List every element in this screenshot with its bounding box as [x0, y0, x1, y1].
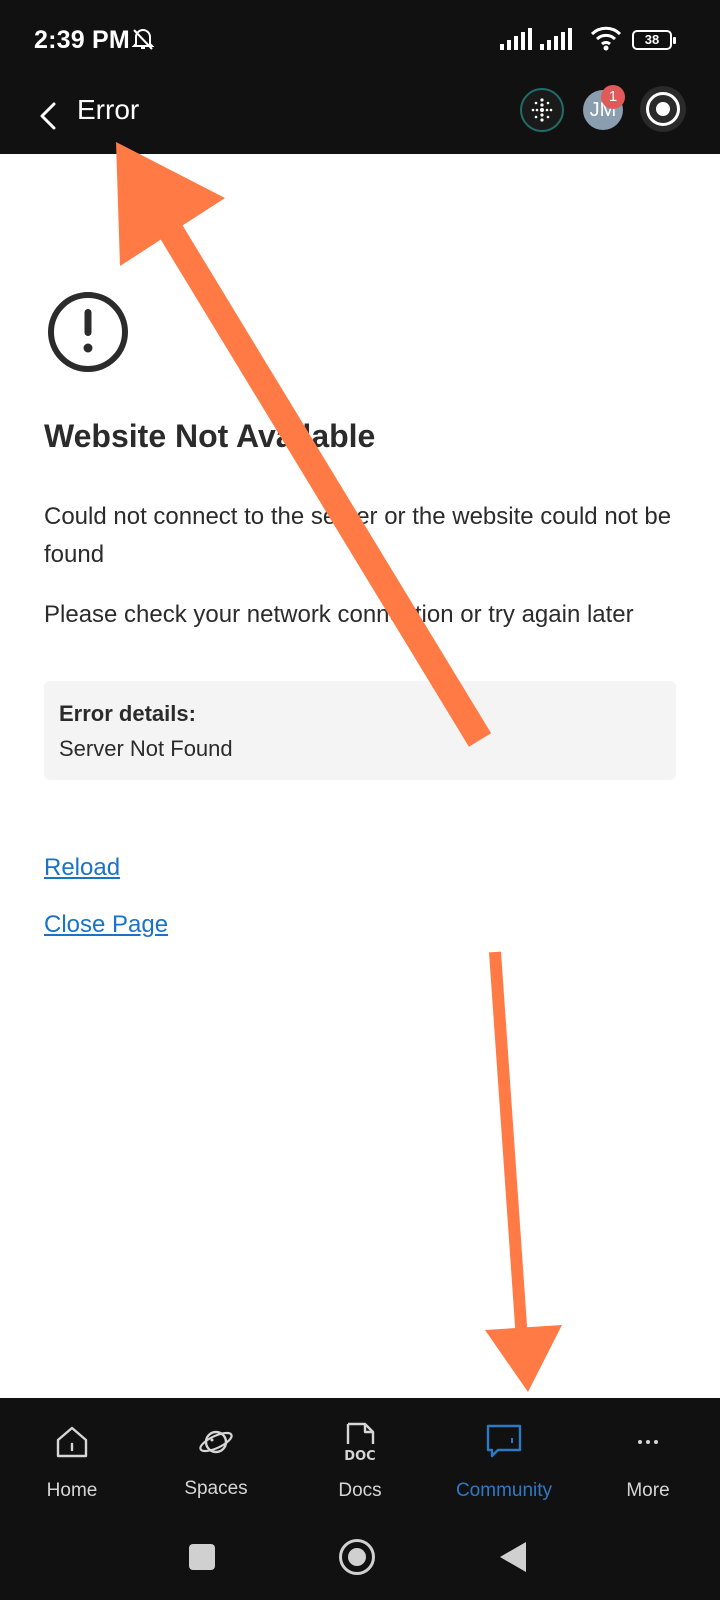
bottom-navigation: Home Spaces DOC Docs Community More	[0, 1398, 720, 1516]
reload-link[interactable]: Reload	[44, 854, 120, 882]
back-button[interactable]	[500, 1542, 526, 1572]
system-navigation-bar	[0, 1516, 720, 1600]
nav-item-more[interactable]: More	[576, 1398, 720, 1516]
nav-label-spaces: Spaces	[184, 1478, 248, 1499]
nav-item-docs[interactable]: DOC Docs	[288, 1398, 432, 1516]
nav-label-home: Home	[46, 1480, 98, 1501]
error-details-label: Error details:	[59, 701, 196, 726]
chat-icon	[484, 1422, 524, 1462]
muted-bell-icon	[130, 26, 156, 57]
nav-item-spaces[interactable]: Spaces	[144, 1398, 288, 1516]
svg-text:DOC: DOC	[344, 1449, 375, 1464]
notification-badge: 1	[601, 85, 625, 109]
more-icon	[628, 1422, 668, 1462]
error-page: Website Not Available Could not connect …	[0, 154, 720, 1398]
battery-icon: 38	[632, 30, 676, 50]
nav-item-community[interactable]: Community	[432, 1398, 576, 1516]
wifi-icon	[590, 24, 622, 57]
assistant-icon[interactable]	[520, 88, 564, 132]
error-heading: Website Not Available	[44, 418, 376, 454]
signal-icon	[500, 28, 532, 55]
nav-label-community: Community	[455, 1480, 553, 1501]
top-app-bar: Error JM 1	[0, 80, 720, 154]
nav-item-home[interactable]: Home	[0, 1398, 144, 1516]
status-time: 2:39 PM	[34, 26, 130, 54]
back-arrow-icon[interactable]	[36, 96, 66, 136]
status-bar: 2:39 PM 38	[0, 0, 720, 80]
exclamation-circle-icon	[46, 290, 130, 374]
home-icon	[52, 1422, 92, 1462]
error-hint: Please check your network connection or …	[44, 601, 634, 628]
nav-label-docs: Docs	[338, 1480, 382, 1501]
home-button[interactable]	[339, 1539, 375, 1575]
nav-label-more: More	[626, 1480, 670, 1501]
error-details-box: Error details: Server Not Found	[44, 681, 676, 780]
error-details-value: Server Not Found	[59, 736, 233, 761]
recents-button[interactable]	[189, 1544, 215, 1570]
page-title: Error	[77, 94, 140, 125]
doc-icon: DOC	[340, 1422, 380, 1464]
signal-icon-2	[540, 28, 572, 55]
record-dot-icon	[656, 102, 670, 116]
error-message: Could not connect to the server or the w…	[44, 503, 672, 568]
planet-icon	[196, 1422, 236, 1462]
close-page-link[interactable]: Close Page	[44, 911, 168, 939]
record-button[interactable]	[640, 86, 686, 132]
